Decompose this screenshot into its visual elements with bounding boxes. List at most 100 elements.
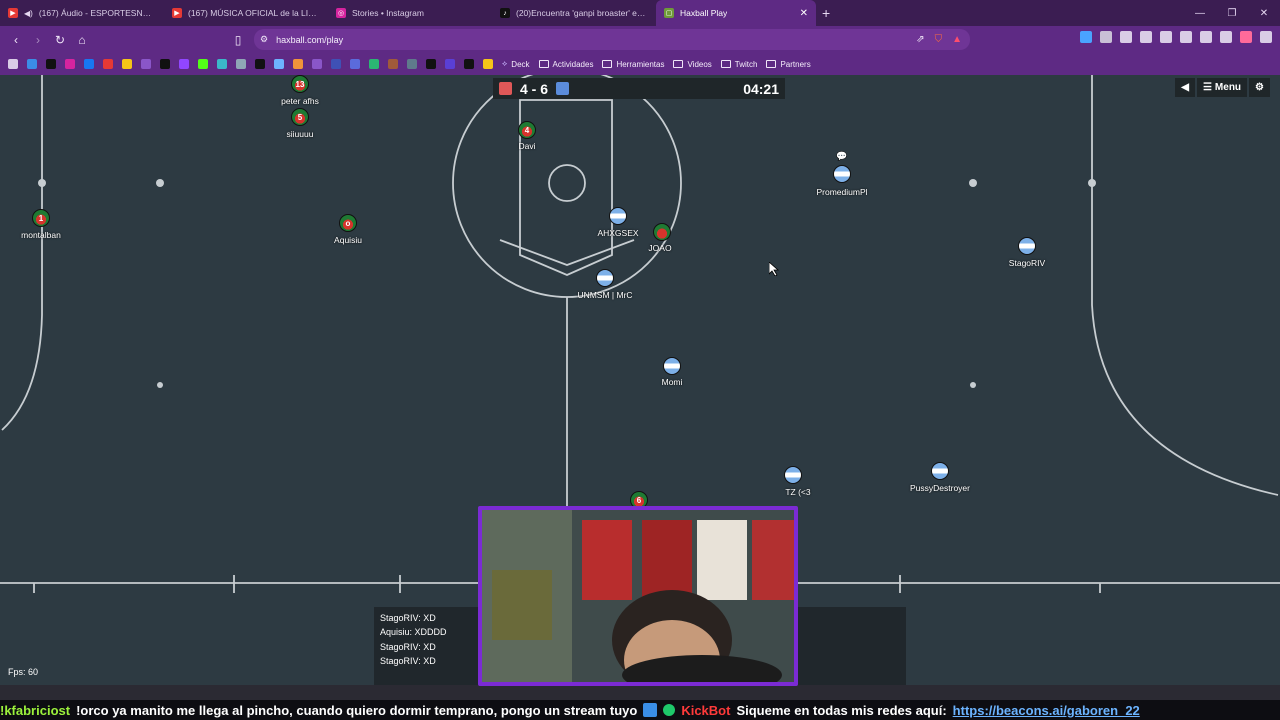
bookmark-favicon[interactable] xyxy=(27,59,37,69)
youtube-icon[interactable] xyxy=(103,59,113,69)
bookmark-folder-herramientas[interactable]: Herramientas xyxy=(602,60,664,69)
bookmark-favicon[interactable] xyxy=(388,59,398,69)
player-name: Davi xyxy=(518,141,536,151)
menu-icon[interactable] xyxy=(1260,31,1272,43)
bookmark-favicon[interactable] xyxy=(331,59,341,69)
forward-icon[interactable]: › xyxy=(28,30,48,50)
penalty-arc xyxy=(1091,304,1279,496)
player-name: AHXGSEX xyxy=(597,228,639,238)
bookmark-favicon[interactable] xyxy=(312,59,322,69)
address-bar[interactable]: ⚙ haxball.com/play ⇗ ⛉ ▲ xyxy=(254,29,970,50)
folder-icon xyxy=(673,60,684,68)
menu-button[interactable]: ☰ Menu xyxy=(1196,78,1248,97)
brave-shield-icon[interactable]: ⛉ xyxy=(935,34,943,45)
browser-tab-0[interactable]: ▶ ◀) (167) Áudio - ESPORTESNET - Sc xyxy=(0,0,164,26)
bookmark-favicon[interactable] xyxy=(407,59,417,69)
close-window-icon[interactable]: ✕ xyxy=(1248,0,1280,26)
bookmark-favicon[interactable] xyxy=(350,59,360,69)
kick-icon[interactable] xyxy=(198,59,208,69)
extension-icons xyxy=(1080,31,1272,43)
browser-tab-2[interactable]: ◎ Stories • Instagram xyxy=(328,0,492,26)
player-disc: o xyxy=(339,214,357,232)
folder-icon xyxy=(602,60,613,68)
menu-label: Menu xyxy=(1214,82,1242,93)
reload-icon[interactable]: ↻ xyxy=(50,30,70,50)
player-disc: 1 xyxy=(32,209,50,227)
ticker-link[interactable]: https://beacons.ai/gaboren_22 xyxy=(953,703,1140,718)
bookmarks-bar: ⟡ Deck Actividades Herramientas Videos Tw… xyxy=(0,53,1280,75)
instagram-icon[interactable] xyxy=(65,59,75,69)
wallet-icon[interactable] xyxy=(1180,31,1192,43)
address-bar-actions: ⇗ ⛉ ▲ xyxy=(916,34,970,45)
browser-tab-3[interactable]: ♪ (20)Encuentra 'ganpi broaster' en Tik xyxy=(492,0,656,26)
player-name: Aquisiu xyxy=(334,235,362,245)
bookmark-favicon[interactable] xyxy=(141,59,151,69)
webcam-feed-image xyxy=(482,510,794,682)
sound-toggle-button[interactable]: ◀ xyxy=(1175,78,1195,97)
new-tab-button[interactable]: + xyxy=(822,5,830,21)
extensions-puzzle-icon[interactable] xyxy=(1120,31,1132,43)
bookmark-folder-actividades[interactable]: Actividades xyxy=(538,60,593,69)
bookmark-favicon[interactable] xyxy=(426,59,436,69)
bookmark-label: Videos xyxy=(687,59,712,69)
bookmark-favicon[interactable] xyxy=(369,59,379,69)
x-icon[interactable] xyxy=(160,59,170,69)
bookmark-folder-videos[interactable]: Videos xyxy=(673,59,712,69)
twitch-icon[interactable] xyxy=(179,59,189,69)
bookmark-favicon[interactable] xyxy=(217,59,227,69)
browser-tab-1[interactable]: ▶ (167) MÚSICA OFICIAL de la LIGA 1 T xyxy=(164,0,328,26)
browser-tab-4-active[interactable]: ▢ Haxball Play ✕ xyxy=(656,0,816,26)
chat-bubble-icon: 💬 xyxy=(836,151,848,161)
bookmark-favicon[interactable] xyxy=(483,59,493,69)
instagram-icon: ◎ xyxy=(336,8,346,18)
tiktok-icon[interactable] xyxy=(46,59,56,69)
rewards-icon[interactable]: ▲ xyxy=(952,34,962,45)
bookmark-folder-twitch[interactable]: Twitch xyxy=(720,59,758,69)
site-info-icon[interactable]: ⚙ xyxy=(260,34,268,45)
bookmark-label: Herramientas xyxy=(616,59,665,69)
leo-icon[interactable] xyxy=(1200,31,1212,43)
bookmark-favicon[interactable] xyxy=(445,59,455,69)
bookmark-favicon[interactable] xyxy=(236,59,246,69)
extension-icon[interactable] xyxy=(1100,31,1112,43)
player-number: 4 xyxy=(524,125,530,135)
speaker-icon[interactable]: ◀) xyxy=(24,9,33,18)
minimize-icon[interactable]: — xyxy=(1184,0,1216,26)
facebook-icon[interactable] xyxy=(84,59,94,69)
theme-icon[interactable] xyxy=(1240,31,1252,43)
restore-icon[interactable]: ❐ xyxy=(1216,0,1248,26)
share-icon[interactable]: ⇗ xyxy=(916,34,924,45)
bookmark-folder-partners[interactable]: Partners xyxy=(766,60,811,69)
gear-icon: ⚙ xyxy=(1255,82,1264,93)
bookmark-favicon[interactable] xyxy=(255,59,265,69)
player-name: peter afhs xyxy=(281,96,319,106)
close-tab-icon[interactable]: ✕ xyxy=(800,8,808,19)
back-icon[interactable]: ‹ xyxy=(6,30,26,50)
music-icon[interactable] xyxy=(1160,31,1172,43)
bookmark-deck[interactable]: ⟡ Deck xyxy=(502,59,530,69)
tab-title: Haxball Play xyxy=(680,8,728,18)
ticker-message: Siqueme en todas mis redes aquí: xyxy=(736,702,947,718)
fps-counter: Fps: 60 xyxy=(8,667,39,677)
center-logo xyxy=(548,164,586,202)
player-name: UNMSM | MrC xyxy=(577,290,633,300)
field-dot xyxy=(969,179,977,187)
bookmark-favicon[interactable] xyxy=(122,59,132,69)
bookmark-label: Twitch xyxy=(734,59,758,69)
extension-icon[interactable] xyxy=(1080,31,1092,43)
vpn-icon[interactable] xyxy=(1220,31,1232,43)
sidebar-icon[interactable] xyxy=(1140,31,1152,43)
settings-button[interactable]: ⚙ xyxy=(1249,78,1270,97)
bookmark-icon[interactable]: ▯ xyxy=(228,30,248,50)
player-disc xyxy=(931,462,949,480)
player-number: 5 xyxy=(297,112,303,122)
player-disc xyxy=(596,269,614,287)
home-icon[interactable]: ⌂ xyxy=(72,30,92,50)
bookmark-favicon[interactable] xyxy=(274,59,284,69)
tab-title: Stories • Instagram xyxy=(352,8,424,18)
apps-icon[interactable] xyxy=(8,59,18,69)
bookmark-favicon[interactable] xyxy=(464,59,474,69)
hamburger-icon: ☰ xyxy=(1202,82,1212,93)
bookmark-favicon[interactable] xyxy=(293,59,303,69)
player-name: montalban xyxy=(21,230,61,240)
